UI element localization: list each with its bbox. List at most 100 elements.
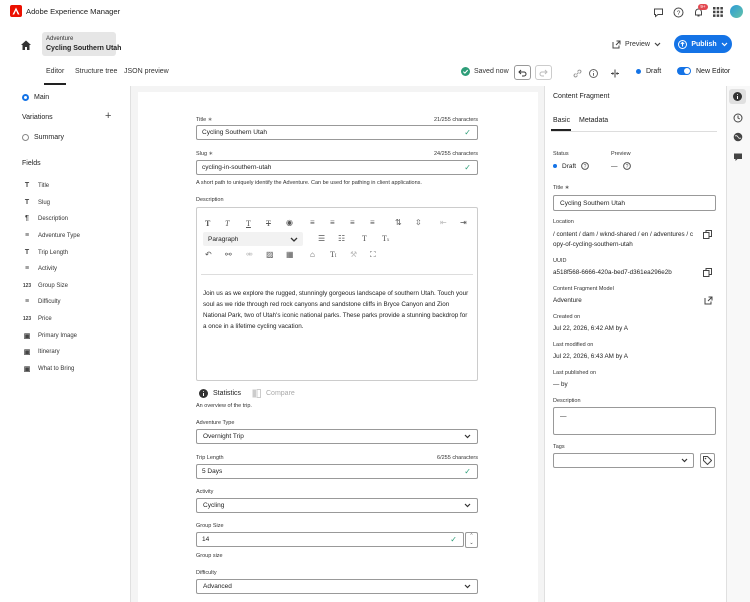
toggle-switch[interactable] xyxy=(677,67,691,75)
difficulty-select[interactable]: Advanced xyxy=(196,579,478,594)
add-variation-icon[interactable]: + xyxy=(105,110,111,122)
tags-select[interactable] xyxy=(553,453,694,468)
group-size-label: Group Size xyxy=(196,523,224,529)
title-input[interactable]: Cycling Southern Utah ✓ xyxy=(196,125,478,140)
feedback-icon[interactable] xyxy=(652,6,664,18)
field-item-slug[interactable]: T Slug xyxy=(22,198,50,207)
align-left-icon[interactable]: ≡ xyxy=(310,218,315,227)
underline-icon[interactable]: T xyxy=(246,219,251,228)
title-input[interactable]: Cycling Southern Utah xyxy=(553,195,716,211)
statistics-button[interactable]: Statistics xyxy=(199,389,241,398)
text-direction-icon[interactable]: TI xyxy=(330,250,337,259)
special-characters-icon[interactable]: ⌂ xyxy=(310,250,315,259)
info-icon[interactable] xyxy=(588,68,598,78)
tab-metadata[interactable]: Metadata xyxy=(579,117,608,124)
field-item-price[interactable]: 123 Price xyxy=(22,314,52,323)
numbered-list-icon[interactable]: ☷ xyxy=(338,234,345,243)
description-text[interactable]: Join us as we explore the rugged, stunni… xyxy=(203,288,471,332)
variation-summary[interactable]: Summary xyxy=(34,134,64,141)
summary-radio[interactable] xyxy=(22,134,29,141)
open-external-icon xyxy=(612,40,621,49)
trip-length-counter: 6/255 characters xyxy=(437,455,478,461)
title-label: Title ∗ xyxy=(553,185,570,191)
fullscreen-icon[interactable]: ⛶ xyxy=(370,250,376,260)
home-icon[interactable] xyxy=(19,38,32,51)
open-external-icon[interactable] xyxy=(703,295,713,305)
activity-select[interactable]: Cycling xyxy=(196,498,478,513)
field-item-primary-image[interactable]: ▣ Primary Image xyxy=(22,331,77,340)
field-item-description[interactable]: ¶ Description xyxy=(22,214,68,223)
field-item-trip-length[interactable]: T Trip Length xyxy=(22,248,68,257)
align-justify-icon[interactable]: ≡ xyxy=(370,218,375,227)
image-icon[interactable]: ▨ xyxy=(266,250,274,259)
field-item-title[interactable]: T Title xyxy=(22,181,49,190)
preview-button[interactable]: Preview xyxy=(612,36,666,52)
paragraph-format-select[interactable]: Paragraph xyxy=(203,232,303,246)
slug-input[interactable]: cycling-in-southern-utah ✓ xyxy=(196,160,478,175)
breadcrumb-parent: Adventure xyxy=(46,36,74,42)
outdent-icon[interactable]: ⇤ xyxy=(440,218,447,227)
help-icon[interactable]: ? xyxy=(672,6,684,18)
indent-icon[interactable]: ⇥ xyxy=(460,218,467,227)
copy-icon[interactable] xyxy=(702,229,712,239)
tab-structure-tree[interactable]: Structure tree xyxy=(75,68,117,75)
globe-icon[interactable] xyxy=(732,131,743,142)
variation-main[interactable]: Main xyxy=(34,94,49,101)
split-view-icon[interactable] xyxy=(610,68,620,78)
table-icon[interactable]: ▦ xyxy=(286,250,294,259)
strikethrough-icon[interactable]: T xyxy=(266,219,271,228)
field-item-itinerary[interactable]: ▣ Itinerary xyxy=(22,347,60,356)
line-height-icon[interactable]: ⇅ xyxy=(395,218,402,227)
description-textarea[interactable]: — xyxy=(553,407,716,435)
field-label: Itinerary xyxy=(38,348,60,355)
adventure-type-select[interactable]: Overnight Trip xyxy=(196,429,478,444)
field-item-difficulty[interactable]: ≡ Difficulty xyxy=(22,297,61,306)
field-item-adventure-type[interactable]: ≡ Adventure Type xyxy=(22,231,80,240)
uuid-value: a518f568-6666-420a-bed7-d361ea296e2b xyxy=(553,269,672,276)
undo-icon[interactable]: ↶ xyxy=(205,250,212,259)
tab-json-preview[interactable]: JSON preview xyxy=(124,68,169,75)
undo-button[interactable] xyxy=(514,65,531,80)
align-center-icon[interactable]: ≡ xyxy=(330,218,335,227)
help-icon[interactable]: ? xyxy=(581,162,589,170)
italic-icon[interactable]: T xyxy=(225,219,229,228)
clear-format-icon[interactable]: Tx xyxy=(382,234,389,243)
link-icon[interactable] xyxy=(572,68,582,78)
link-icon[interactable]: ⚯ xyxy=(225,250,232,259)
field-item-what-to-bring[interactable]: ▣ What to Bring xyxy=(22,364,75,373)
group-size-stepper[interactable]: ⌃ ⌄ xyxy=(465,532,478,548)
bullet-list-icon[interactable]: ☰ xyxy=(318,234,325,243)
history-icon[interactable] xyxy=(732,112,743,123)
copy-icon[interactable] xyxy=(702,267,712,277)
new-editor-toggle[interactable]: New Editor xyxy=(677,67,730,75)
field-item-group-size[interactable]: 123 Group Size xyxy=(22,281,68,290)
group-size-input[interactable]: 14 ✓ xyxy=(196,532,464,547)
number-field-icon: 123 xyxy=(22,315,32,322)
properties-icon[interactable] xyxy=(729,89,746,104)
status-text: Draft xyxy=(562,162,577,170)
svg-text:?: ? xyxy=(625,164,628,170)
magic-wand-icon[interactable]: ⚒ xyxy=(350,250,357,259)
status-dot xyxy=(553,164,557,168)
text-color-icon[interactable]: ◉ xyxy=(286,218,293,227)
main-radio[interactable] xyxy=(22,94,29,101)
tab-editor[interactable]: Editor xyxy=(46,68,64,75)
tab-basic[interactable]: Basic xyxy=(553,117,570,124)
checkmark-icon: ✓ xyxy=(464,163,471,172)
bold-icon[interactable]: T xyxy=(205,219,210,228)
tag-picker-button[interactable] xyxy=(700,453,715,468)
trip-length-input[interactable]: 5 Days ✓ xyxy=(196,464,478,479)
apps-grid-icon[interactable] xyxy=(712,6,724,18)
publish-button[interactable]: Publish xyxy=(674,35,732,53)
help-icon[interactable]: ? xyxy=(622,162,631,170)
font-size-icon[interactable]: T xyxy=(362,234,367,243)
compare-button[interactable]: Compare xyxy=(252,389,295,398)
align-right-icon[interactable]: ≡ xyxy=(350,218,355,227)
redo-button[interactable] xyxy=(535,65,552,80)
status-value: Draft ? xyxy=(553,162,589,170)
field-item-activity[interactable]: ≡ Activity xyxy=(22,264,57,273)
paragraph-spacing-icon[interactable]: ⇳ xyxy=(415,218,422,227)
comment-icon[interactable] xyxy=(732,151,743,162)
unlink-icon[interactable]: ⚮ xyxy=(246,250,253,259)
avatar[interactable] xyxy=(730,5,743,18)
